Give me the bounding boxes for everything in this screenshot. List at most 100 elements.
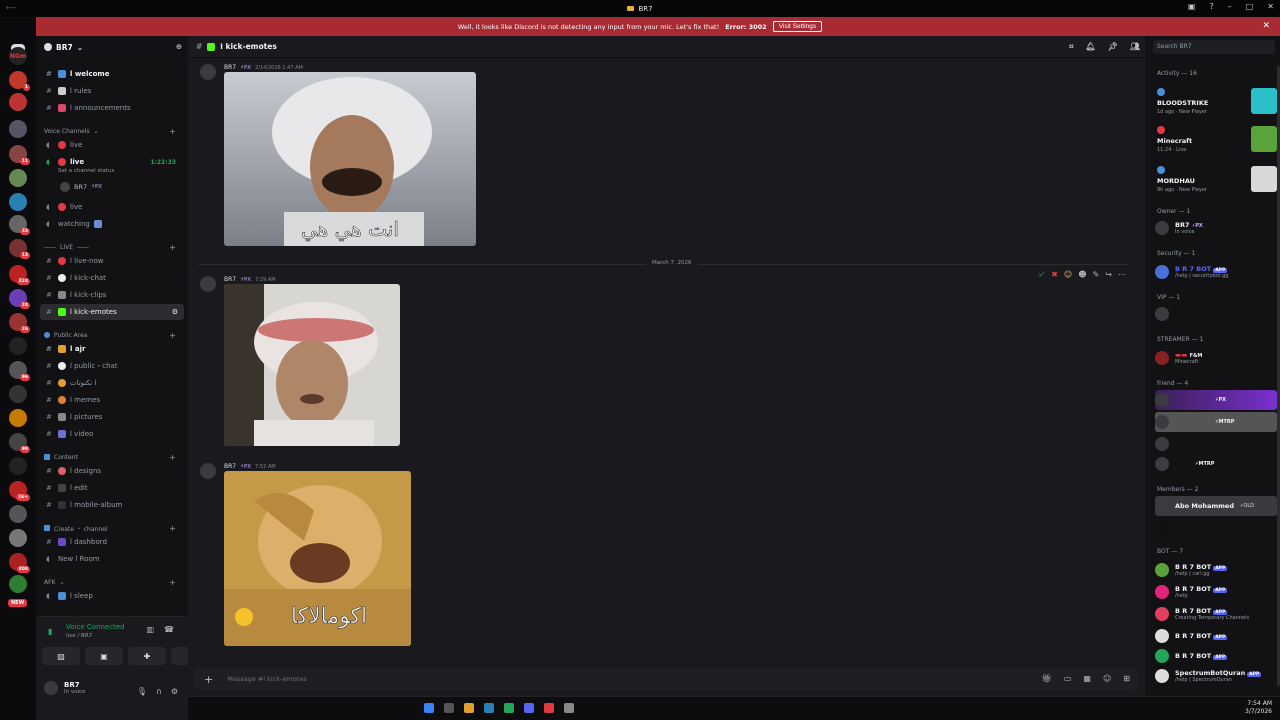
voice-channel-watching[interactable]: ◖ watching — [40, 216, 184, 232]
app-icon[interactable] — [504, 703, 514, 713]
bot-item[interactable]: B R 7 BOT APP — [1155, 626, 1277, 646]
bot-item[interactable]: B R 7 BOT APP — [1155, 646, 1277, 666]
member-item[interactable]: ⚡MTRP — [1155, 412, 1277, 432]
edit-icon[interactable]: ✎ — [1093, 270, 1100, 280]
server-icon[interactable] — [9, 193, 27, 211]
server-icon[interactable]: 11 — [9, 145, 30, 165]
activity-card[interactable]: BLOODSTRIKE 1d ago · New Player — [1155, 88, 1277, 120]
server-icon[interactable]: 13 — [9, 239, 30, 259]
app-icon[interactable] — [544, 703, 554, 713]
server-icon[interactable]: 33 — [9, 215, 30, 235]
server-icon[interactable]: 224 — [9, 265, 30, 285]
channel-designs[interactable]: # ا designs — [40, 463, 184, 479]
voice-connected-sub[interactable]: live / BR7 — [66, 633, 92, 639]
message-author[interactable]: BR7 — [224, 276, 236, 283]
server-icon[interactable]: 96 — [9, 361, 30, 381]
voice-channel-live[interactable]: ◖ live — [40, 137, 184, 153]
server-header[interactable]: BR7 ⌄ ⊕ — [36, 36, 188, 58]
add-channel-icon[interactable]: + — [169, 243, 176, 252]
channel-kick-emotes[interactable]: # ا kick-emotes ⚙ — [40, 304, 184, 320]
bell-icon[interactable]: 🔔︎ — [1086, 42, 1096, 52]
channel-jokes[interactable]: # ا نكتوتات — [40, 375, 184, 391]
cross-reaction-icon[interactable]: ✖ — [1051, 270, 1058, 280]
settings-icon[interactable]: ⚙ — [172, 308, 178, 316]
add-channel-icon[interactable]: + — [169, 127, 176, 136]
search-icon[interactable] — [444, 703, 454, 713]
voice-channel-live[interactable]: ◖ live — [40, 199, 184, 215]
apps-icon[interactable]: ⊞ — [1123, 674, 1130, 683]
gift-icon[interactable]: 🎁︎ — [1042, 674, 1052, 683]
category-public-area[interactable]: Public Area + — [40, 329, 184, 341]
voice-channel-sleep[interactable]: ◖ ا sleep — [40, 588, 184, 604]
gif-icon[interactable]: ▭ — [1064, 674, 1072, 683]
bot-item[interactable]: B R 7 BOT APP/help — [1155, 582, 1277, 602]
taskbar-clock[interactable]: 7:54 AM 3/7/2026 — [1245, 700, 1272, 716]
server-icon[interactable] — [9, 169, 27, 187]
minimize-button[interactable]: – — [1228, 2, 1232, 11]
message-author[interactable]: BR7 — [224, 463, 236, 470]
channel-welcome[interactable]: # ا welcome — [40, 66, 184, 82]
member-item[interactable] — [1155, 518, 1277, 538]
voice-user[interactable]: BR7 ⚡PX — [60, 182, 102, 192]
activity-card[interactable]: MORDHAU 9h ago · New Player — [1155, 166, 1277, 198]
message-composer[interactable]: + Message #ا kick-emotes 🎁︎ ▭ ▦ ☺ ⊞ — [194, 668, 1138, 690]
app-icon[interactable] — [484, 703, 494, 713]
avatar[interactable] — [200, 463, 216, 479]
threads-icon[interactable]: ⌗ — [1069, 42, 1074, 52]
back-arrow-icon[interactable]: ⟵ — [6, 4, 16, 12]
emoji-icon[interactable]: ☺ — [1103, 674, 1111, 683]
channel-ajr[interactable]: # ا ajr — [40, 341, 184, 357]
attach-plus-icon[interactable]: + — [204, 673, 213, 686]
bot-item[interactable]: B R 7 BOT APP Creating Temporary Channels — [1155, 604, 1277, 624]
check-reaction-icon[interactable]: ✅︎ — [1038, 270, 1045, 280]
server-icon[interactable] — [9, 120, 27, 138]
app-icon[interactable] — [524, 703, 534, 713]
channel-kick-chat[interactable]: # ا kick-chat — [40, 270, 184, 286]
channel-kick-clips[interactable]: # ا kick-clips — [40, 287, 184, 303]
channel-edit[interactable]: # ا edit — [40, 480, 184, 496]
add-channel-icon[interactable]: + — [169, 578, 176, 587]
mic-icon[interactable]: 🎙︎ — [137, 687, 147, 696]
channel-memes[interactable]: # ا memes — [40, 392, 184, 408]
category-create-channel[interactable]: Create ・ channel + — [40, 522, 184, 534]
screen-share-button[interactable]: ▣ — [85, 647, 123, 665]
server-icon[interactable]: 26 — [9, 313, 30, 333]
channel-public-chat[interactable]: # ا public・chat — [40, 358, 184, 374]
close-icon[interactable]: ✕ — [1262, 21, 1270, 31]
channel-pictures[interactable]: # ا pictures — [40, 409, 184, 425]
server-icon[interactable]: 1k+ — [9, 481, 30, 501]
member-item[interactable] — [1155, 434, 1277, 454]
add-channel-icon[interactable]: + — [169, 453, 176, 462]
members-icon[interactable]: 👥︎ — [1130, 42, 1140, 52]
channel-announcements[interactable]: # ا announcements — [40, 100, 184, 116]
help-icon[interactable]: ? — [1209, 2, 1213, 11]
server-icon[interactable] — [9, 385, 27, 403]
member-item[interactable] — [1155, 304, 1277, 324]
forward-icon[interactable]: ↪ — [1105, 270, 1112, 280]
channel-mobile-album[interactable]: # ا mobile-album — [40, 497, 184, 513]
channel-dashbord[interactable]: # ا dashbord — [40, 534, 184, 550]
laugh-reaction-icon[interactable]: ☺ — [1064, 270, 1072, 280]
maximize-button[interactable]: □ — [1246, 2, 1254, 11]
invite-people-icon[interactable]: ⊕ — [176, 42, 182, 51]
gif-embed[interactable] — [224, 284, 400, 446]
server-icon[interactable] — [9, 337, 27, 355]
pin-icon[interactable]: 📌︎ — [1108, 42, 1118, 52]
channel-live-now[interactable]: # ا live-now — [40, 253, 184, 269]
user-panel[interactable]: BR7 In voice — [44, 681, 85, 695]
gif-embed[interactable]: اكومالاكا — [224, 471, 411, 646]
server-icon[interactable]: 1 — [9, 71, 30, 91]
camera-off-button[interactable]: ▨ — [42, 647, 80, 665]
server-icon[interactable] — [9, 505, 27, 523]
channel-rules[interactable]: # ا rules — [40, 83, 184, 99]
visit-settings-button[interactable]: Visit Settings — [772, 21, 823, 32]
channel-video[interactable]: # ا video — [40, 426, 184, 442]
category-content[interactable]: Content + — [40, 451, 184, 463]
bot-item[interactable]: SpectrumBotQuran APP/help | SpectrumQuran — [1155, 666, 1277, 686]
activities-button[interactable]: ✚ — [128, 647, 166, 665]
gif-embed[interactable]: انت هي هي — [224, 72, 476, 246]
voice-connected-title[interactable]: Voice Connected — [66, 623, 125, 631]
avatar[interactable] — [200, 64, 216, 80]
message-input[interactable]: Message #ا kick-emotes — [227, 675, 306, 683]
category-live[interactable]: —— LIVE —— + — [40, 241, 184, 253]
